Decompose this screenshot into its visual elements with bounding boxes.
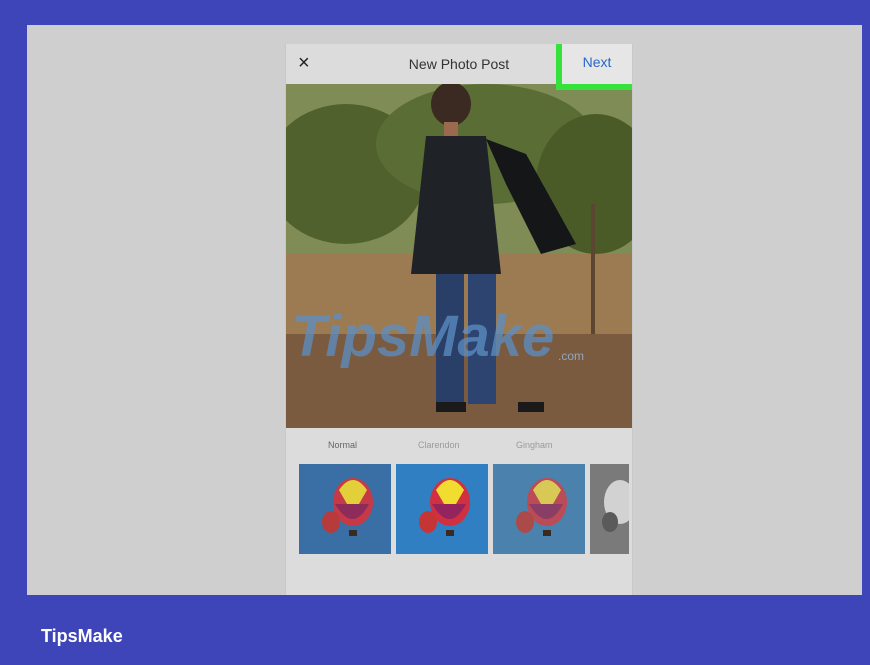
photo-preview: TipsMake .com xyxy=(286,84,632,428)
filter-thumb-gingham[interactable] xyxy=(493,464,585,554)
close-icon[interactable]: × xyxy=(298,52,310,75)
dialog-title: New Photo Post xyxy=(408,56,510,72)
filter-thumb-clarendon[interactable] xyxy=(396,464,488,554)
filter-label-normal[interactable]: Normal xyxy=(328,440,357,450)
filter-label-gingham[interactable]: Gingham xyxy=(516,440,553,450)
filter-labels: Normal Clarendon Gingham xyxy=(286,440,632,456)
watermark-suffix: .com xyxy=(558,349,584,363)
watermark-text: TipsMake xyxy=(291,304,554,369)
next-button[interactable]: Next xyxy=(556,44,632,90)
filter-label-clarendon[interactable]: Clarendon xyxy=(418,440,460,450)
filter-thumb-normal[interactable] xyxy=(299,464,391,554)
new-photo-post-dialog: × New Photo Post TipsMake .com Normal Cl… xyxy=(285,44,633,595)
filter-thumb-next[interactable] xyxy=(590,464,629,554)
photo-image: TipsMake .com xyxy=(286,84,632,428)
filter-thumbnails xyxy=(299,464,629,554)
brand-logo-text: TipsMake xyxy=(41,626,123,646)
